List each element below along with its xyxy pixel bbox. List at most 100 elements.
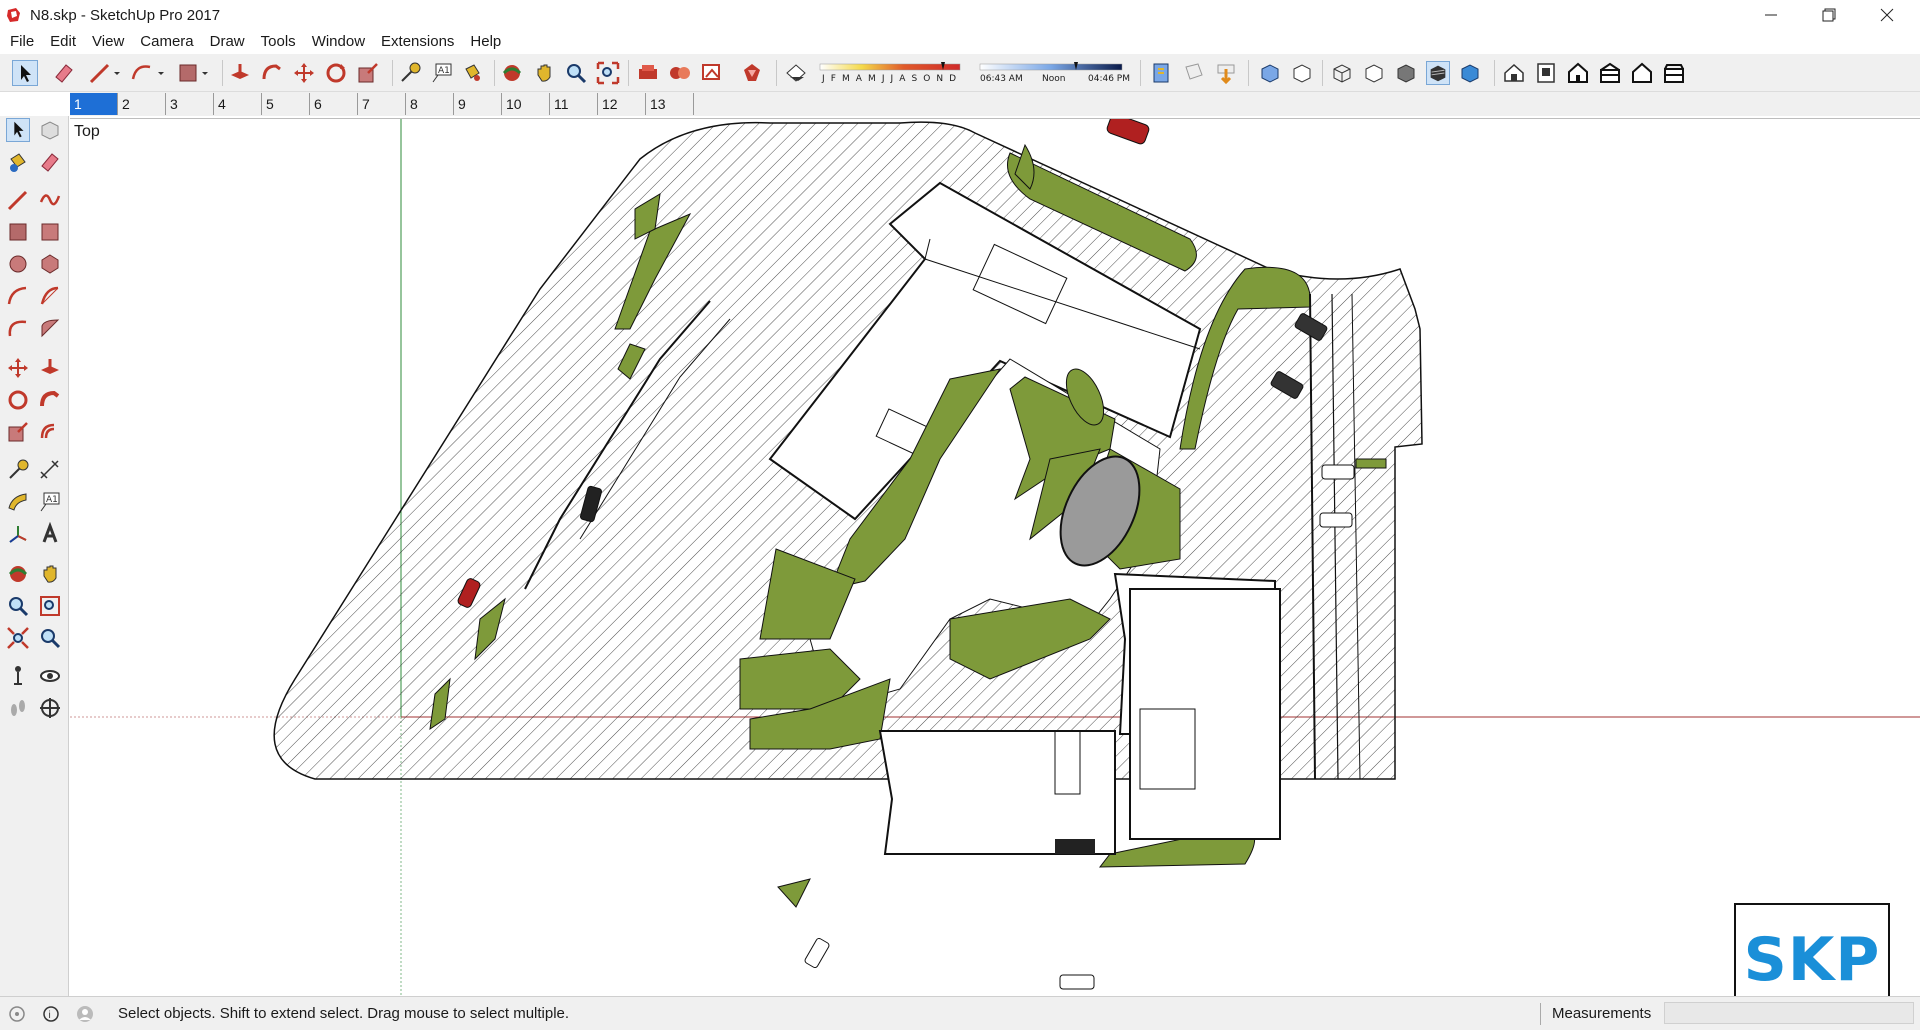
tape-measure-tool-icon[interactable] bbox=[398, 61, 422, 85]
orbit-icon[interactable] bbox=[6, 562, 30, 586]
scale-icon[interactable] bbox=[6, 420, 30, 444]
previous-view-icon[interactable] bbox=[38, 626, 62, 650]
circle-icon[interactable] bbox=[6, 252, 30, 276]
pan-icon[interactable] bbox=[38, 562, 62, 586]
menu-tools[interactable]: Tools bbox=[253, 30, 304, 54]
text-tool-icon[interactable]: A1 bbox=[430, 61, 454, 85]
credits-icon[interactable]: i bbox=[42, 1005, 60, 1023]
polygon-icon[interactable] bbox=[38, 252, 62, 276]
protractor-icon[interactable] bbox=[6, 490, 30, 514]
scene-tab-5[interactable]: 5 bbox=[262, 93, 310, 115]
arc-icon[interactable] bbox=[6, 284, 30, 308]
menu-view[interactable]: View bbox=[84, 30, 132, 54]
zoom-tool-icon[interactable] bbox=[564, 61, 588, 85]
push-pull-tool-icon[interactable] bbox=[228, 61, 252, 85]
offset-icon[interactable] bbox=[38, 420, 62, 444]
shaded-with-textures-style-icon[interactable] bbox=[1426, 61, 1450, 85]
dimension-icon[interactable] bbox=[38, 458, 62, 482]
zoom-window-icon[interactable] bbox=[38, 594, 62, 618]
scale-tool-icon[interactable] bbox=[356, 61, 380, 85]
monochrome-style-icon[interactable] bbox=[1458, 61, 1482, 85]
minimize-button[interactable] bbox=[1742, 0, 1800, 30]
geo-location-icon[interactable] bbox=[8, 1005, 26, 1023]
make-component-icon[interactable] bbox=[38, 118, 62, 142]
select-icon[interactable] bbox=[6, 118, 30, 142]
scene-tab-12[interactable]: 12 bbox=[598, 93, 646, 115]
walk-icon[interactable] bbox=[6, 696, 30, 720]
menu-window[interactable]: Window bbox=[304, 30, 373, 54]
zoom-extents-tool-icon[interactable] bbox=[596, 61, 620, 85]
site-plan-model[interactable] bbox=[70, 119, 1920, 996]
top-view-icon[interactable] bbox=[1534, 61, 1558, 85]
back-view-icon[interactable] bbox=[1630, 61, 1654, 85]
paint-bucket-tool-icon[interactable] bbox=[460, 61, 484, 85]
line-tool-icon[interactable] bbox=[88, 61, 112, 85]
hidden-line-style-icon[interactable] bbox=[1362, 61, 1386, 85]
look-around-icon[interactable] bbox=[38, 664, 62, 688]
wireframe-style-icon[interactable] bbox=[1330, 61, 1354, 85]
iso-view-icon[interactable] bbox=[1502, 61, 1526, 85]
front-view-icon[interactable] bbox=[1566, 61, 1590, 85]
scene-tab-8[interactable]: 8 bbox=[406, 93, 454, 115]
shaded-style-icon[interactable] bbox=[1394, 61, 1418, 85]
freehand-icon[interactable] bbox=[38, 188, 62, 212]
scene-tab-4[interactable]: 4 bbox=[214, 93, 262, 115]
extension-manager-icon[interactable] bbox=[740, 61, 764, 85]
user-account-icon[interactable] bbox=[76, 1005, 94, 1023]
menu-edit[interactable]: Edit bbox=[42, 30, 84, 54]
rectangle-dropdown-icon[interactable] bbox=[200, 61, 210, 85]
move-tool-icon[interactable] bbox=[292, 61, 316, 85]
drawing-viewport[interactable]: Top SKP bbox=[70, 118, 1920, 996]
axes-icon[interactable] bbox=[6, 522, 30, 546]
text-icon[interactable]: A1 bbox=[38, 490, 62, 514]
zoom-icon[interactable] bbox=[6, 594, 30, 618]
rectangle-icon[interactable] bbox=[6, 220, 30, 244]
arc-tool-icon[interactable] bbox=[130, 61, 154, 85]
right-view-icon[interactable] bbox=[1598, 61, 1622, 85]
pan-tool-icon[interactable] bbox=[532, 61, 556, 85]
scene-tab-11[interactable]: 11 bbox=[550, 93, 598, 115]
scene-tab-13[interactable]: 13 bbox=[646, 93, 694, 115]
tape-measure-icon[interactable] bbox=[6, 458, 30, 482]
eraser-icon[interactable] bbox=[38, 150, 62, 174]
menu-draw[interactable]: Draw bbox=[202, 30, 253, 54]
scene-tab-9[interactable]: 9 bbox=[454, 93, 502, 115]
two-point-arc-icon[interactable] bbox=[38, 284, 62, 308]
close-button[interactable] bbox=[1858, 0, 1916, 30]
measurements-input[interactable] bbox=[1664, 1002, 1914, 1024]
rectangle-tool-icon[interactable] bbox=[176, 61, 200, 85]
select-tool-icon[interactable] bbox=[12, 60, 38, 86]
follow-me-icon[interactable] bbox=[38, 388, 62, 412]
display-section-planes-icon[interactable] bbox=[1182, 61, 1206, 85]
push-pull-icon[interactable] bbox=[38, 356, 62, 380]
menu-camera[interactable]: Camera bbox=[132, 30, 201, 54]
zoom-extents-icon[interactable] bbox=[6, 626, 30, 650]
position-camera-icon[interactable] bbox=[6, 664, 30, 688]
paint-bucket-icon[interactable] bbox=[6, 150, 30, 174]
3d-text-icon[interactable] bbox=[38, 522, 62, 546]
extension-warehouse-icon[interactable] bbox=[700, 61, 724, 85]
line-icon[interactable] bbox=[6, 188, 30, 212]
three-point-arc-icon[interactable] bbox=[6, 316, 30, 340]
left-view-icon[interactable] bbox=[1662, 61, 1686, 85]
pie-icon[interactable] bbox=[38, 316, 62, 340]
section-plane-tool-icon[interactable] bbox=[38, 696, 62, 720]
move-icon[interactable] bbox=[6, 356, 30, 380]
display-section-cuts-icon[interactable] bbox=[1214, 61, 1238, 85]
rotate-tool-icon[interactable] bbox=[324, 61, 348, 85]
arc-dropdown-icon[interactable] bbox=[156, 61, 166, 85]
menu-extensions[interactable]: Extensions bbox=[373, 30, 462, 54]
menu-help[interactable]: Help bbox=[462, 30, 509, 54]
scene-tab-10[interactable]: 10 bbox=[502, 93, 550, 115]
restore-button[interactable] bbox=[1800, 0, 1858, 30]
rotated-rectangle-icon[interactable] bbox=[38, 220, 62, 244]
eraser-tool-icon[interactable] bbox=[52, 61, 76, 85]
3d-warehouse-icon[interactable] bbox=[636, 61, 660, 85]
back-edges-style-icon[interactable] bbox=[1290, 61, 1314, 85]
share-component-icon[interactable] bbox=[668, 61, 692, 85]
scene-tab-3[interactable]: 3 bbox=[166, 93, 214, 115]
scene-tab-7[interactable]: 7 bbox=[358, 93, 406, 115]
xray-style-icon[interactable] bbox=[1258, 61, 1282, 85]
line-dropdown-icon[interactable] bbox=[112, 61, 122, 85]
orbit-tool-icon[interactable] bbox=[500, 61, 524, 85]
